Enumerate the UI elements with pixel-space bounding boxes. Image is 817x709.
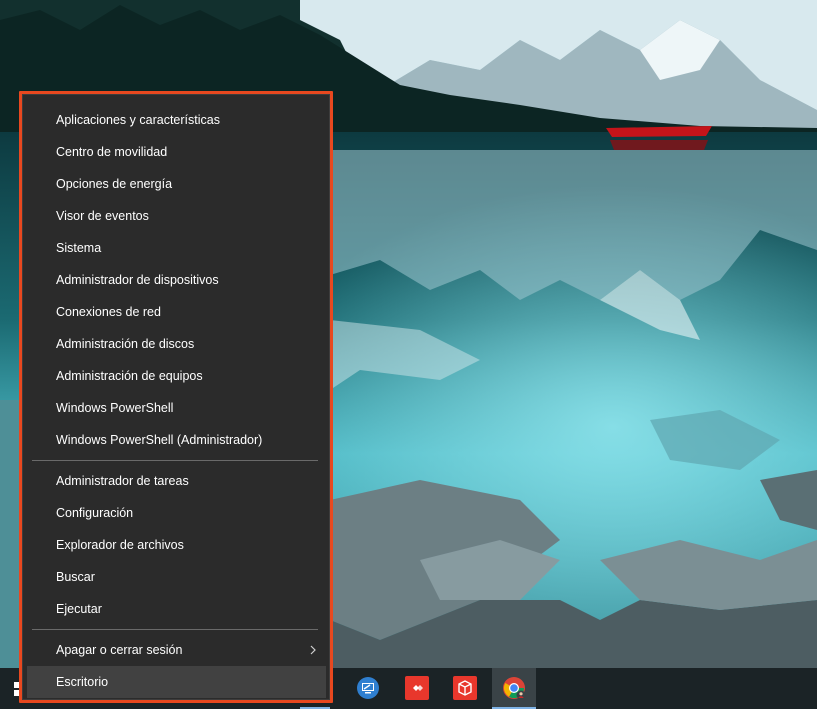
- menu-item-device-manager[interactable]: Administrador de dispositivos: [27, 264, 326, 296]
- quick-link-menu: Aplicaciones y características Centro de…: [19, 91, 333, 703]
- menu-item-network-connections[interactable]: Conexiones de red: [27, 296, 326, 328]
- menu-item-shutdown-signout[interactable]: Apagar o cerrar sesión: [27, 634, 326, 666]
- menu-item-settings[interactable]: Configuración: [27, 497, 326, 529]
- taskbar-app-3d-box[interactable]: [443, 668, 487, 709]
- chrome-icon: [503, 677, 526, 700]
- menu-item-powershell-admin[interactable]: Windows PowerShell (Administrador): [27, 424, 326, 456]
- menu-item-powershell[interactable]: Windows PowerShell: [27, 392, 326, 424]
- chevron-right-icon: [310, 645, 316, 655]
- menu-separator: [32, 629, 318, 630]
- menu-item-event-viewer[interactable]: Visor de eventos: [27, 200, 326, 232]
- menu-item-computer-management[interactable]: Administración de equipos: [27, 360, 326, 392]
- menu-item-label: Visor de eventos: [56, 209, 149, 223]
- menu-item-search[interactable]: Buscar: [27, 561, 326, 593]
- menu-item-label: Ejecutar: [56, 602, 102, 616]
- menu-item-label: Conexiones de red: [56, 305, 161, 319]
- menu-item-disk-management[interactable]: Administración de discos: [27, 328, 326, 360]
- menu-item-system[interactable]: Sistema: [27, 232, 326, 264]
- menu-item-power-options[interactable]: Opciones de energía: [27, 168, 326, 200]
- menu-item-label: Apagar o cerrar sesión: [56, 643, 183, 657]
- menu-item-label: Administración de equipos: [56, 369, 203, 383]
- menu-item-label: Explorador de archivos: [56, 538, 184, 552]
- taskbar-app-chrome[interactable]: [492, 668, 536, 709]
- remote-desktop-icon: [357, 677, 379, 699]
- menu-item-label: Configuración: [56, 506, 134, 520]
- menu-item-mobility-center[interactable]: Centro de movilidad: [27, 136, 326, 168]
- menu-item-desktop[interactable]: Escritorio: [27, 666, 326, 698]
- menu-separator: [32, 460, 318, 461]
- menu-item-apps-features[interactable]: Aplicaciones y características: [27, 104, 326, 136]
- taskbar-app-remote-desktop[interactable]: [346, 668, 390, 709]
- menu-item-run[interactable]: Ejecutar: [27, 593, 326, 625]
- menu-item-label: Administración de discos: [56, 337, 195, 351]
- menu-item-task-manager[interactable]: Administrador de tareas: [27, 465, 326, 497]
- taskbar-app-anydesk[interactable]: [395, 668, 439, 709]
- menu-item-label: Administrador de dispositivos: [56, 273, 219, 287]
- menu-item-label: Escritorio: [56, 675, 109, 689]
- menu-item-label: Buscar: [56, 570, 95, 584]
- menu-item-label: Windows PowerShell (Administrador): [56, 433, 263, 447]
- menu-item-label: Aplicaciones y características: [56, 113, 220, 127]
- menu-item-label: Opciones de energía: [56, 177, 173, 191]
- menu-item-file-explorer[interactable]: Explorador de archivos: [27, 529, 326, 561]
- menu-item-label: Administrador de tareas: [56, 474, 189, 488]
- menu-item-label: Windows PowerShell: [56, 401, 174, 415]
- menu-item-label: Centro de movilidad: [56, 145, 168, 159]
- 3d-box-app-icon: [453, 676, 477, 700]
- anydesk-icon: [405, 676, 429, 700]
- menu-item-label: Sistema: [56, 241, 102, 255]
